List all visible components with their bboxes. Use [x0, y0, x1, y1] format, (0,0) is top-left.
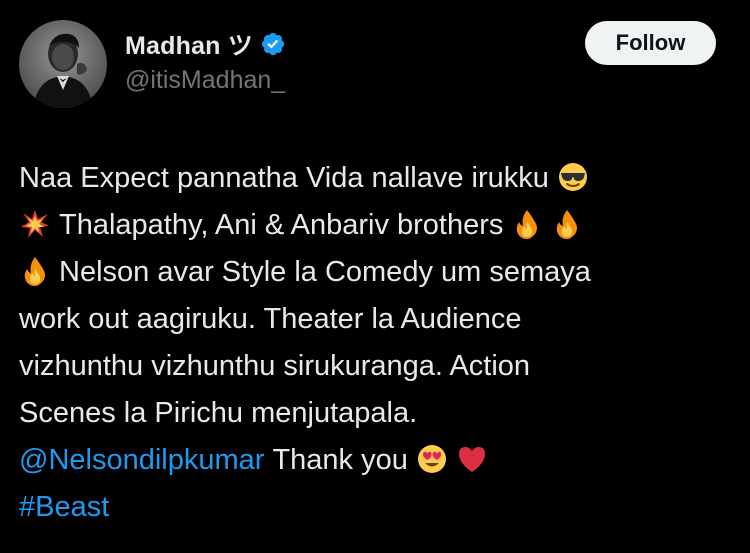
tweet-line-3: Nelson avar Style la Comedy um semaya — [19, 249, 729, 296]
tweet-text-line: Thank you — [272, 444, 408, 476]
tweet-card: Madhan ツ @itisMadhan_ Follow Naa Expect … — [0, 0, 750, 553]
mention-link[interactable]: @Nelsondilpkumar — [19, 444, 264, 476]
sunglasses-emoji-icon — [557, 161, 589, 193]
follow-button[interactable]: Follow — [585, 21, 716, 65]
tweet-text-line: vizhunthu vizhunthu sirukuranga. Action — [19, 350, 531, 382]
collision-emoji-icon — [19, 208, 51, 240]
tweet-text: Naa Expect pannatha Vida nallave irukku … — [19, 155, 729, 531]
fire-emoji-icon — [511, 208, 543, 240]
tweet-line-1: Naa Expect pannatha Vida nallave irukku — [19, 155, 729, 202]
display-name[interactable]: Madhan ツ — [125, 26, 253, 62]
fire-emoji-icon — [551, 208, 583, 240]
red-heart-emoji-icon — [456, 443, 488, 475]
tweet-text-line: Naa Expect pannatha Vida nallave irukku — [19, 162, 549, 194]
fire-emoji-icon — [19, 255, 51, 287]
tweet-text-line: Scenes la Pirichu menjutapala. — [19, 397, 418, 429]
tweet-line-4: work out aagiruku. Theater la Audience — [19, 296, 729, 343]
avatar[interactable] — [19, 20, 107, 108]
tweet-line-8: #Beast — [19, 484, 729, 531]
tweet-line-6: Scenes la Pirichu menjutapala. — [19, 390, 729, 437]
hashtag-link[interactable]: #Beast — [19, 491, 109, 523]
tweet-line-5: vizhunthu vizhunthu sirukuranga. Action — [19, 343, 729, 390]
author-name-row[interactable]: Madhan ツ — [125, 28, 286, 60]
author-handle[interactable]: @itisMadhan_ — [125, 66, 285, 95]
tweet-text-line: work out aagiruku. Theater la Audience — [19, 303, 522, 335]
tweet-line-7: @Nelsondilpkumar Thank you — [19, 437, 729, 484]
tweet-line-2: Thalapathy, Ani & Anbariv brothers — [19, 202, 729, 249]
tweet-text-line: Nelson avar Style la Comedy um semaya — [59, 256, 591, 288]
tweet-text-line: Thalapathy, Ani & Anbariv brothers — [59, 209, 504, 241]
heart-eyes-emoji-icon — [416, 443, 448, 475]
verified-badge-icon — [260, 31, 286, 57]
